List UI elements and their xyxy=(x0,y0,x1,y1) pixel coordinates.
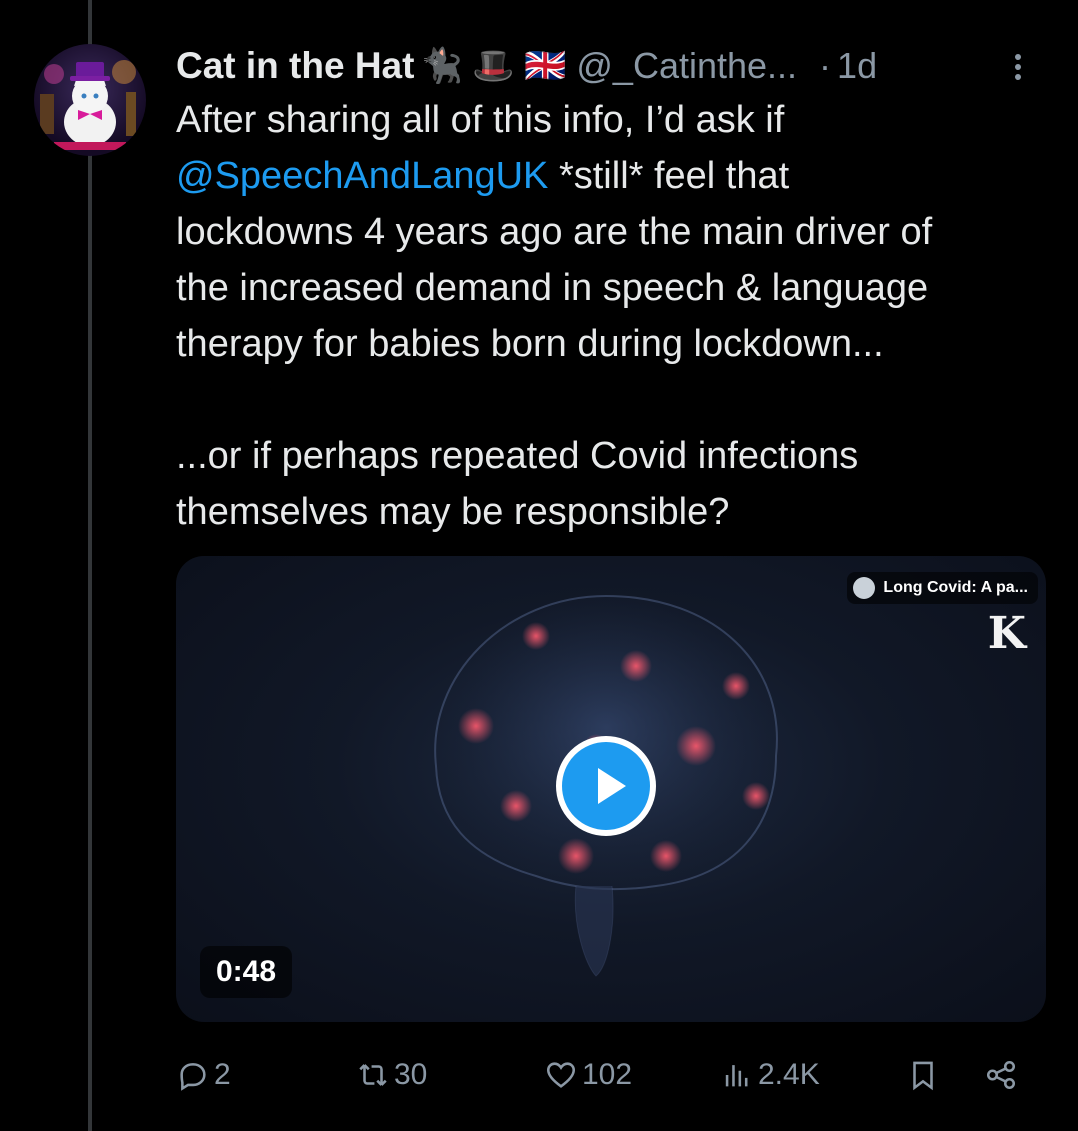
author-name[interactable]: Cat in the Hat xyxy=(176,45,414,87)
views-button[interactable]: 2.4K xyxy=(720,1052,820,1098)
tweet-text: After sharing all of this info, I’d ask … xyxy=(176,92,1046,540)
tweet-time[interactable]: 1d xyxy=(837,45,877,87)
author-emojis: 🐈‍⬛ 🎩 🇬🇧 xyxy=(420,47,567,85)
thread-line xyxy=(88,0,92,1131)
tweet-actions: 2 30 102 2.4K xyxy=(176,1052,1046,1098)
views-count: 2.4K xyxy=(758,1058,820,1091)
separator-dot: · xyxy=(819,45,832,86)
video-duration: 0:48 xyxy=(200,946,293,998)
more-options-icon[interactable] xyxy=(1012,50,1024,86)
bookmark-button[interactable] xyxy=(906,1052,944,1098)
text-fragment: *still* feel that xyxy=(548,155,790,197)
views-icon xyxy=(725,1065,748,1087)
reply-icon xyxy=(180,1063,206,1091)
text-line: After sharing all of this info, I’d ask … xyxy=(176,99,785,141)
video-source-chip[interactable]: Long Covid: A pa... xyxy=(847,572,1038,604)
source-icon xyxy=(853,577,876,599)
text-line: lockdowns 4 years ago are the main drive… xyxy=(176,211,933,253)
share-icon xyxy=(986,1060,1016,1090)
channel-logo: K xyxy=(987,608,1026,659)
text-line: themselves may be responsible? xyxy=(176,491,730,533)
bookmark-icon xyxy=(913,1061,933,1091)
tweet-header: Cat in the Hat 🐈‍⬛ 🎩 🇬🇧 @_Catinthe... · … xyxy=(176,40,1046,92)
cat-avatar-image xyxy=(40,60,136,150)
reply-count: 2 xyxy=(214,1058,231,1091)
author-handle[interactable]: @_Catinthe... xyxy=(576,45,797,87)
like-button[interactable]: 102 xyxy=(544,1052,632,1098)
tweet: Cat in the Hat 🐈‍⬛ 🎩 🇬🇧 @_Catinthe... · … xyxy=(176,40,1046,540)
mention-link[interactable]: @SpeechAndLangUK xyxy=(176,155,548,197)
source-title: Long Covid: A pa... xyxy=(883,579,1028,596)
play-button[interactable] xyxy=(556,736,656,836)
reply-button[interactable]: 2 xyxy=(176,1052,231,1098)
repost-button[interactable]: 30 xyxy=(356,1052,427,1098)
repost-count: 30 xyxy=(394,1058,428,1091)
play-icon xyxy=(598,768,626,804)
text-line: ...or if perhaps repeated Covid infectio… xyxy=(176,435,859,477)
repost-icon xyxy=(359,1064,387,1086)
share-button[interactable] xyxy=(984,1052,1022,1098)
video-player[interactable]: Long Covid: A pa... K 0:48 xyxy=(176,556,1046,1022)
text-line: @SpeechAndLangUK *still* feel that xyxy=(176,148,1046,204)
text-line: the increased demand in speech & languag… xyxy=(176,267,929,309)
text-line: therapy for babies born during lockdown.… xyxy=(176,323,884,365)
heart-icon xyxy=(546,1062,576,1088)
like-count: 102 xyxy=(582,1058,633,1091)
avatar[interactable] xyxy=(34,44,146,156)
